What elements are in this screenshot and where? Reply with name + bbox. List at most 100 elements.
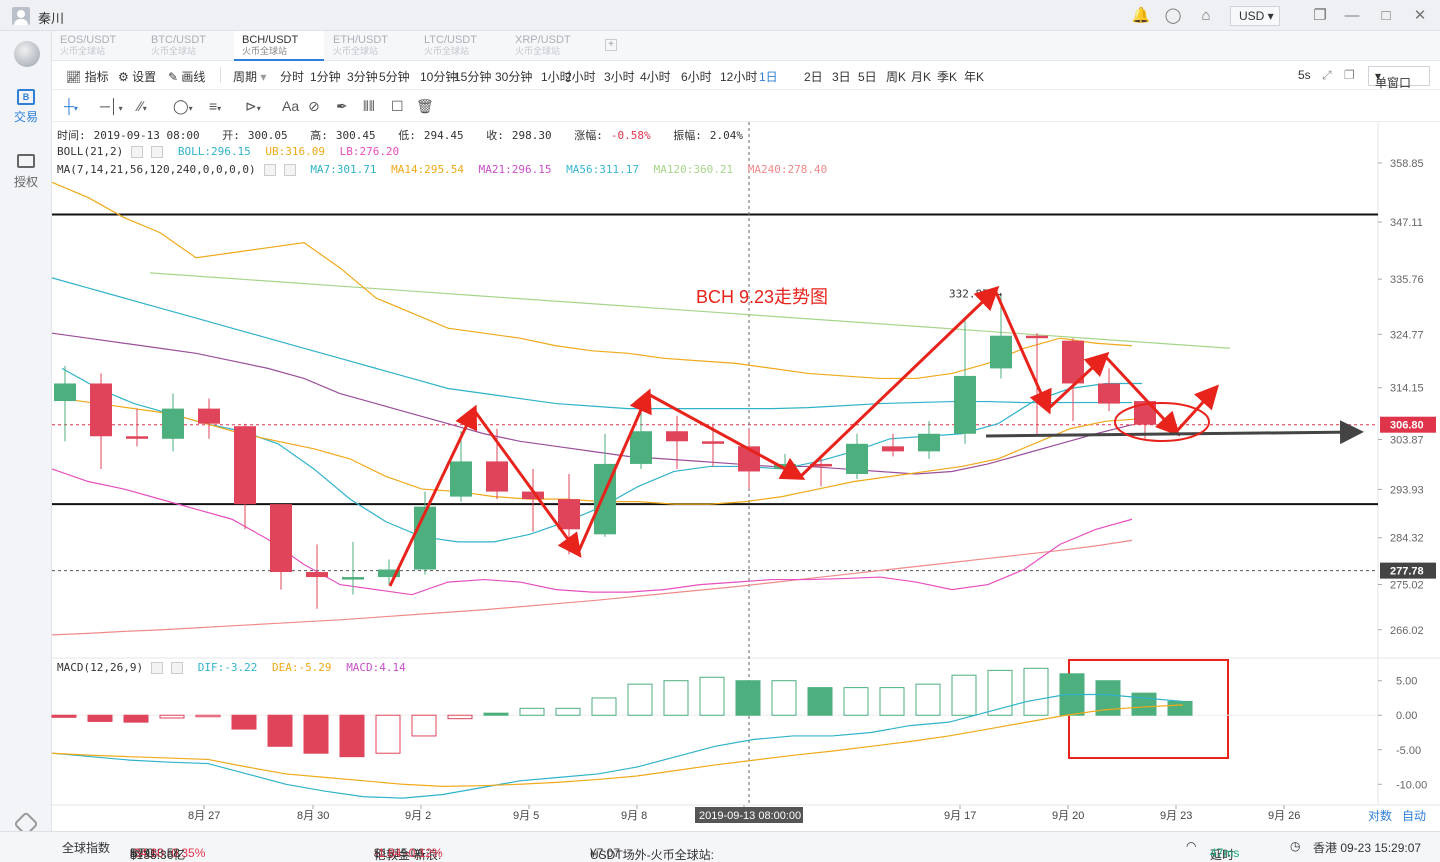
x-tick-label: 9月 23	[1160, 810, 1192, 822]
macd-tick-label: -10.00	[1396, 779, 1427, 791]
status-time: 香港 09-23 15:29:07	[1313, 841, 1422, 855]
macd-bar	[555, 707, 581, 716]
candle-body	[126, 436, 148, 439]
chart-background	[52, 122, 1440, 655]
macd-bar	[879, 687, 905, 716]
macd-bar	[51, 714, 77, 718]
ohlc-close: 收: 298.30	[486, 129, 552, 142]
y-tick-label: 303.87	[1390, 434, 1424, 446]
macd-bar	[807, 687, 833, 716]
wifi-icon: ◠	[1186, 839, 1197, 853]
ma-info: MA(7,14,21,56,120,240,0,0,0,0) MA7:301.7…	[57, 163, 835, 176]
macd-bar	[771, 680, 797, 716]
log-scale-button[interactable]: 对数	[1368, 808, 1392, 823]
macd-bar	[1023, 667, 1049, 716]
close-icon[interactable]	[283, 164, 296, 176]
y-tick-label: 266.02	[1390, 625, 1424, 637]
macd-dif-value: DIF:-3.22	[197, 661, 258, 674]
macd-bar	[483, 712, 509, 716]
candle-body	[1098, 383, 1120, 404]
settings-icon[interactable]	[151, 662, 164, 674]
settings-icon[interactable]	[131, 146, 144, 158]
ohlc-info: 时间: 2019-09-13 08:00 开: 300.05 高: 300.45 低:…	[57, 127, 759, 143]
y-tick-label: 314.15	[1390, 383, 1424, 395]
status-bar: 全球指数 BTC: $9918.58 -34.60 -0.35% $135.36…	[0, 831, 1440, 862]
macd-bar	[195, 714, 221, 718]
y-tick-label: 358.85	[1390, 158, 1424, 170]
ohlc-open: 开: 300.05	[222, 129, 288, 142]
candle-body	[630, 431, 652, 464]
macd-bar	[231, 714, 257, 730]
macd-bar	[123, 714, 149, 723]
x-tick-label: 8月 27	[188, 810, 220, 822]
macd-info: MACD(12,26,9) DIF:-3.22 DEA:-5.29 MACD:4…	[57, 661, 414, 674]
close-icon[interactable]	[151, 146, 164, 158]
macd-value: MACD:4.14	[346, 661, 406, 674]
macd-bar	[1167, 700, 1193, 716]
macd-bar	[447, 714, 473, 720]
candle-body	[54, 383, 76, 402]
global-index-label[interactable]: 全球指数	[62, 839, 110, 856]
macd-bar	[951, 674, 977, 716]
x-tick-label: 8月 30	[297, 810, 329, 822]
y-tick-label: 347.11	[1390, 217, 1423, 229]
macd-tick-label: 0.00	[1396, 710, 1417, 722]
y-tick-label: 293.93	[1390, 484, 1424, 496]
candle-body	[558, 499, 580, 530]
macd-tick-label: 5.00	[1396, 676, 1417, 688]
macd-bar	[663, 680, 689, 716]
macd-dif-line	[51, 693, 1184, 799]
ma56-value: MA56:311.17	[566, 163, 639, 176]
macd-tick-label: -5.00	[1396, 745, 1421, 757]
candle-body	[918, 433, 940, 452]
candle-body	[198, 408, 220, 424]
macd-dea-line	[51, 704, 1184, 787]
macd-dea-value: DEA:-5.29	[271, 661, 332, 674]
x-tick-label: 9月 2	[405, 810, 431, 822]
candle-body	[882, 446, 904, 452]
current-price-tag: 306.80	[1390, 420, 1424, 432]
macd-bar	[735, 680, 761, 716]
x-tick-label: 9月 26	[1268, 810, 1300, 822]
ma120-value: MA120:360.21	[653, 163, 734, 176]
macd-bar	[411, 714, 437, 737]
boll-name: BOLL(21,2)	[57, 145, 124, 158]
macd-bar	[843, 687, 869, 716]
x-tick-label: 9月 8	[621, 810, 647, 822]
ohlc-high: 高: 300.45	[310, 129, 376, 142]
ma14-value: MA14:295.54	[391, 163, 465, 176]
candle-body	[450, 461, 472, 497]
ohlc-low: 低: 294.45	[398, 129, 464, 142]
candle-body	[702, 441, 724, 444]
macd-bar	[915, 683, 941, 716]
boll-value: BOLL:296.15	[177, 145, 251, 158]
candle-body	[990, 335, 1012, 369]
candle-body	[306, 572, 328, 578]
x-tick-label: 9月 5	[513, 810, 539, 822]
macd-bar	[87, 714, 113, 722]
candle-body	[1026, 335, 1048, 339]
x-tick-label: 9月 17	[944, 810, 976, 822]
annotation-title: BCH 9.23走势图	[696, 287, 828, 307]
candle-body	[234, 426, 256, 505]
x-tick-label: 9月 20	[1052, 810, 1084, 822]
macd-bar	[519, 707, 545, 716]
macd-bar	[375, 714, 401, 754]
candle-body	[846, 443, 868, 474]
ma-name: MA(7,14,21,56,120,240,0,0,0,0)	[57, 163, 256, 176]
close-icon[interactable]	[171, 662, 184, 674]
macd-bar	[339, 714, 365, 758]
ma21-value: MA21:296.15	[478, 163, 552, 176]
y-tick-label: 335.76	[1390, 274, 1424, 286]
boll-info: BOLL(21,2) BOLL:296.15 UB:316.09 LB:276.…	[57, 145, 407, 158]
clock-icon: ◷	[1290, 839, 1301, 853]
auto-scale-button[interactable]: 自动	[1402, 809, 1426, 823]
ohlc-time: 时间: 2019-09-13 08:00	[57, 129, 200, 142]
macd-bar	[699, 676, 725, 716]
candle-body	[270, 504, 292, 573]
ohlc-change: 涨幅: -0.58%	[574, 129, 651, 142]
macd-bar	[627, 683, 653, 716]
settings-icon[interactable]	[263, 164, 276, 176]
macd-bar	[303, 714, 329, 754]
candle-body	[954, 375, 976, 434]
